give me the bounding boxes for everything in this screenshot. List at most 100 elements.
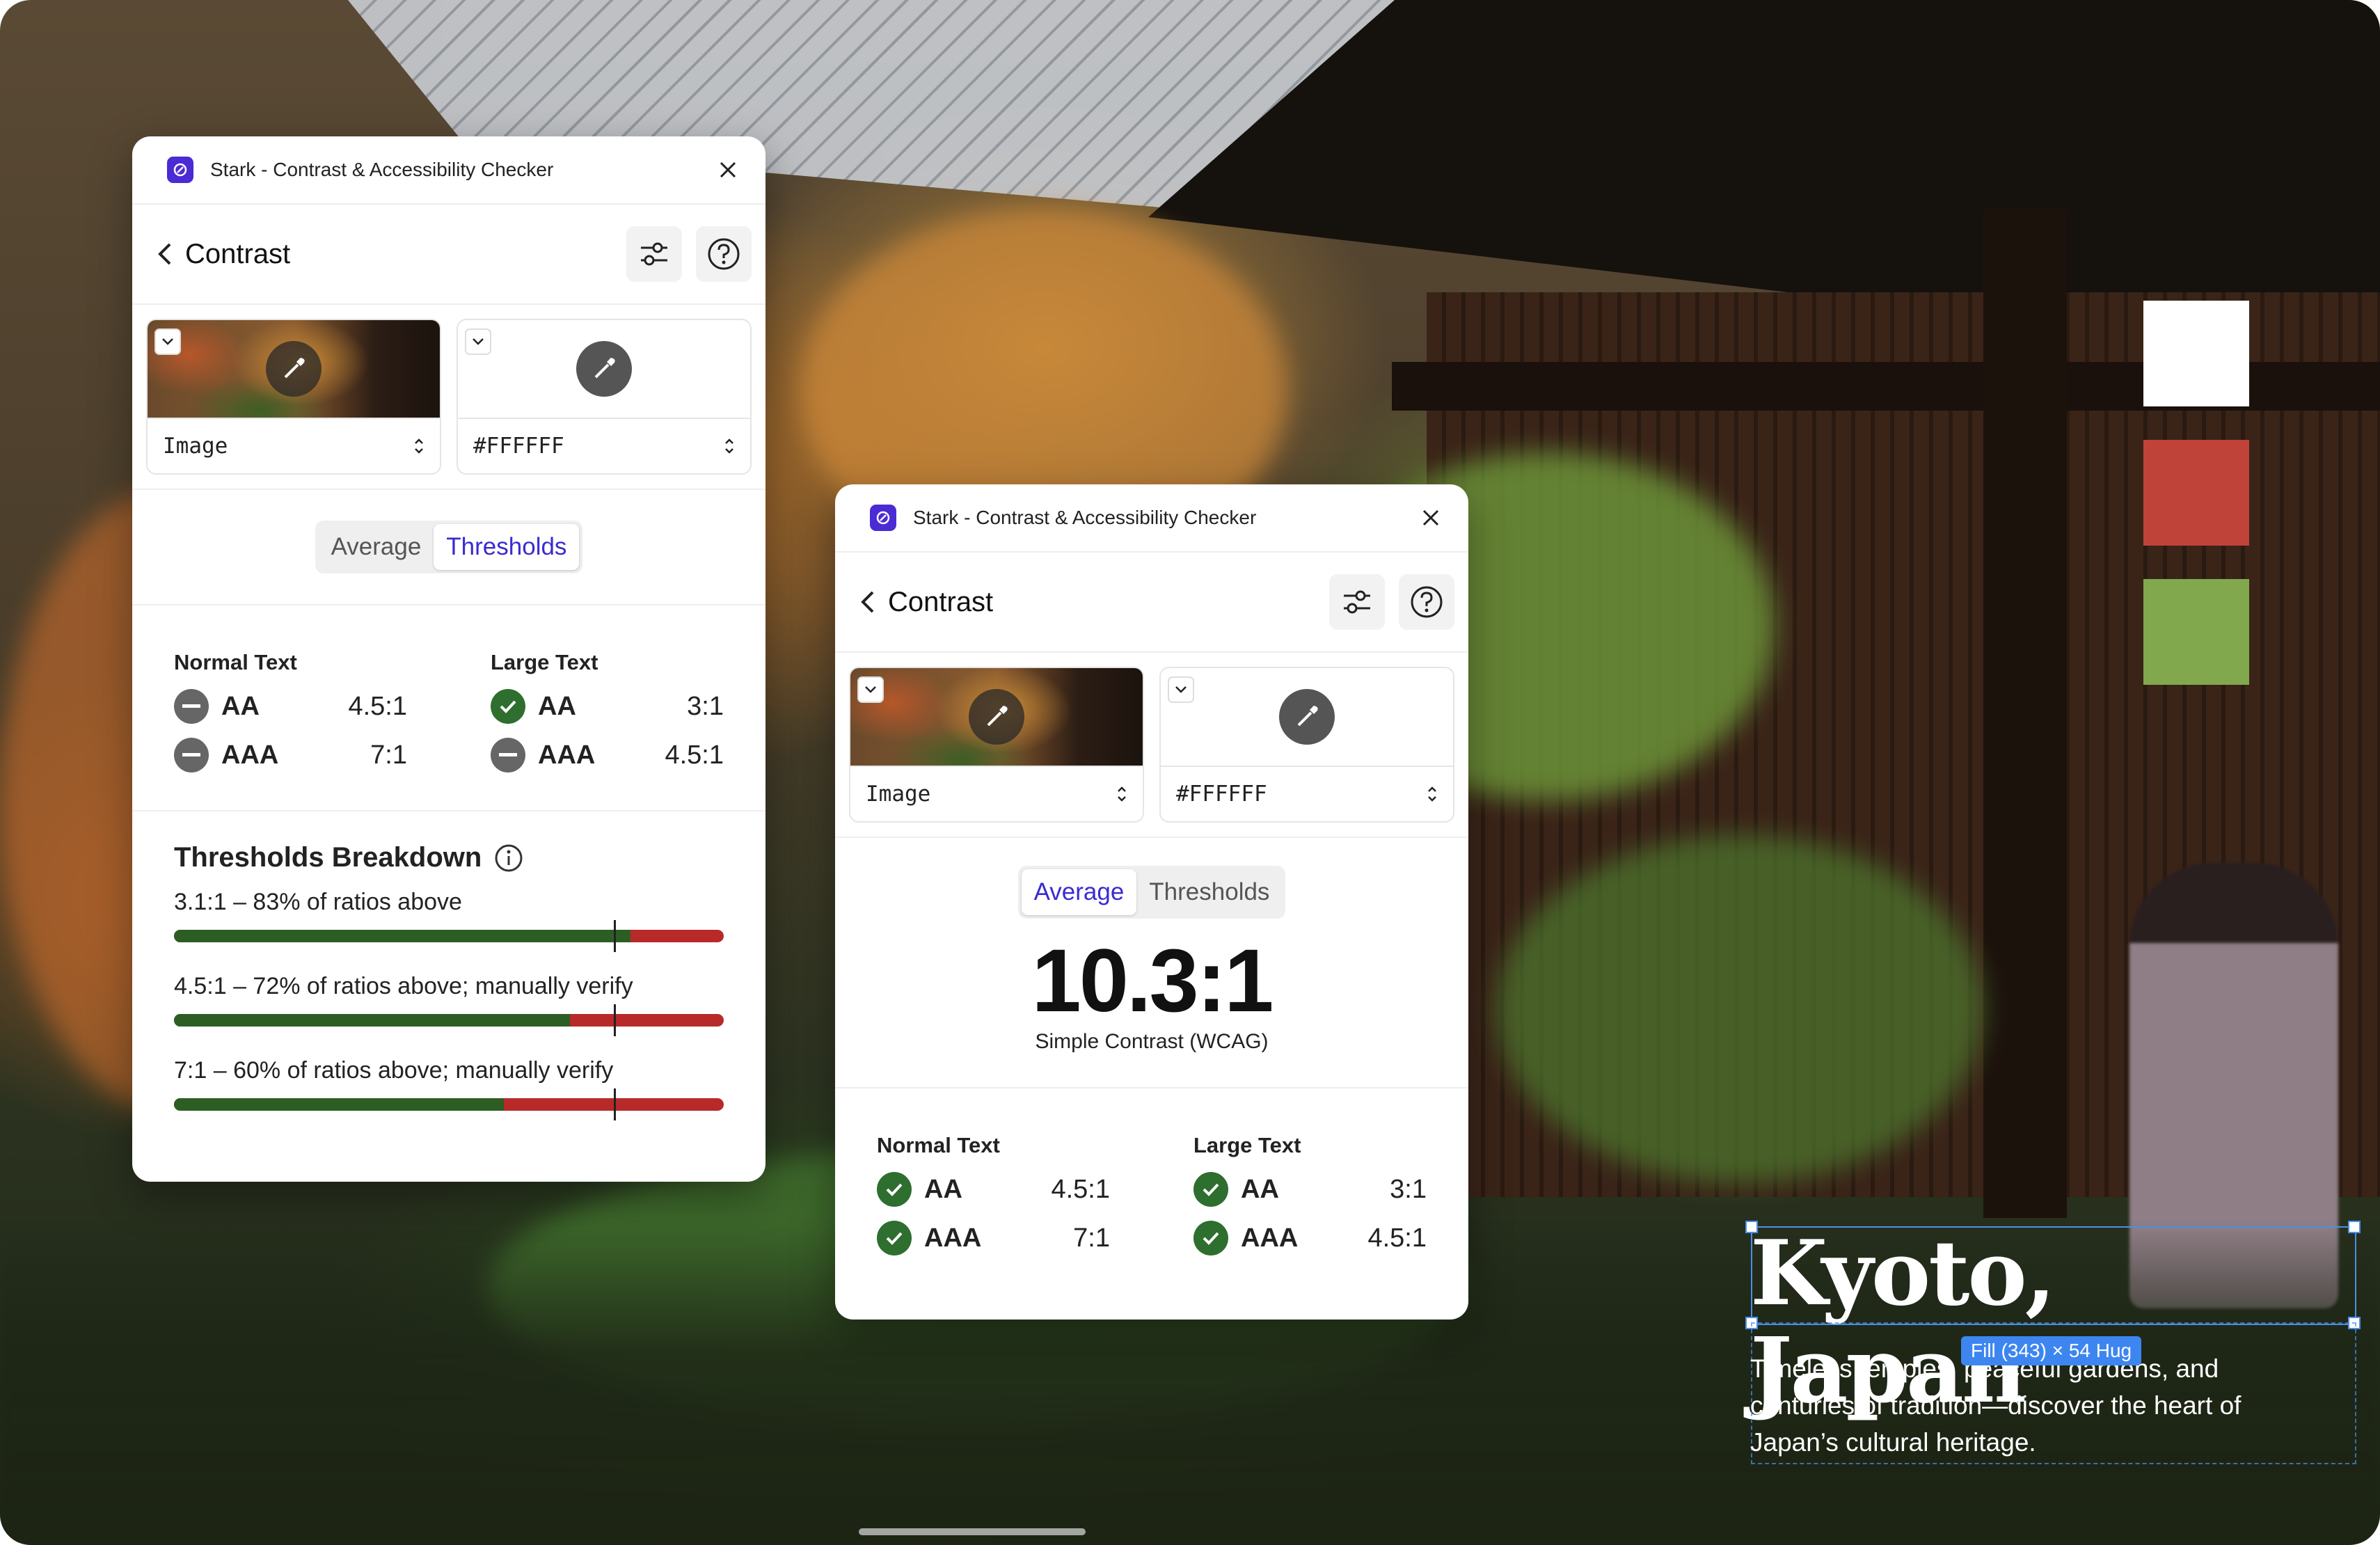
level-ratio: 7:1 <box>370 740 407 770</box>
panel-app-title: Stark - Contrast & Accessibility Checker <box>913 507 1257 528</box>
minus-circle-icon <box>491 738 525 772</box>
bar-pass-fill <box>174 1098 504 1111</box>
panel-navbar: Contrast <box>132 205 765 305</box>
background-select[interactable]: #FFFFFF <box>1161 767 1453 821</box>
background-select[interactable]: #FFFFFF <box>458 419 750 473</box>
stark-logo-icon <box>167 157 193 183</box>
help-button[interactable] <box>1399 574 1454 630</box>
compliance-section: Normal Text AA 4.5:1 AAA 7:1 Large Text … <box>132 605 765 811</box>
normal-text-column: Normal Text AA 4.5:1 AAA 7:1 <box>877 1133 1110 1262</box>
chevron-left-icon <box>158 243 171 265</box>
eyedropper-icon <box>284 358 305 379</box>
stark-panel-thresholds: Stark - Contrast & Accessibility Checker… <box>132 136 765 1182</box>
eyedropper-icon <box>987 706 1008 727</box>
chevron-down-icon[interactable] <box>857 676 884 703</box>
large-text-column: Large Text AA 3:1 AAA 4.5:1 <box>491 650 724 779</box>
normal-text-column: Normal Text AA 4.5:1 AAA 7:1 <box>174 650 407 779</box>
large-text-column: Large Text AA 3:1 AAA 4.5:1 <box>1193 1133 1427 1262</box>
green-foliage <box>1496 835 1983 1183</box>
level-ratio: 4.5:1 <box>348 691 407 721</box>
large-aaa-row: AAA 4.5:1 <box>1193 1214 1427 1262</box>
chevron-down-icon[interactable] <box>1168 676 1194 703</box>
normal-aa-row: AA 4.5:1 <box>877 1165 1110 1214</box>
breakdown-title: Thresholds Breakdown <box>174 842 482 873</box>
level-name: AAA <box>221 740 279 770</box>
nav-title: Contrast <box>185 238 291 269</box>
level-name: AAA <box>1241 1223 1299 1253</box>
poster-title[interactable]: Kyoto, Japan <box>1750 1225 2349 1420</box>
background-picker[interactable]: #FFFFFF <box>457 319 752 475</box>
settings-sliders-button[interactable] <box>1329 574 1385 630</box>
foreground-picker[interactable]: Image <box>146 319 441 475</box>
level-ratio: 3:1 <box>687 691 724 721</box>
compliance-levels: Normal Text AA 4.5:1 AAA 7:1 Large Text … <box>132 650 765 779</box>
level-name: AA <box>1241 1174 1279 1204</box>
normal-text-heading: Normal Text <box>877 1133 1000 1157</box>
poster-description[interactable]: Timeless temples, peaceful gardens, and … <box>1750 1350 2328 1461</box>
breakdown-bar <box>174 920 724 952</box>
chevron-down-icon[interactable] <box>154 328 181 355</box>
palette-swatch-red[interactable] <box>2143 440 2249 546</box>
background-value: #FFFFFF <box>473 434 564 459</box>
color-preview <box>1161 668 1453 767</box>
close-icon[interactable] <box>1417 504 1445 532</box>
eyedropper-icon <box>594 358 615 379</box>
bar-pass-fill <box>174 930 630 942</box>
large-text-heading: Large Text <box>491 650 598 674</box>
tab-thresholds[interactable]: Thresholds <box>1136 869 1282 915</box>
level-ratio: 4.5:1 <box>665 740 724 770</box>
foreground-select[interactable]: Image <box>148 419 440 473</box>
level-name: AAA <box>924 1223 982 1253</box>
settings-sliders-button[interactable] <box>626 226 682 282</box>
large-aa-row: AA 3:1 <box>491 682 724 731</box>
level-ratio: 4.5:1 <box>1367 1223 1427 1253</box>
selection-size-badge: Fill (343) × 54 Hug <box>1961 1336 2142 1365</box>
eyedropper-button[interactable] <box>576 341 632 397</box>
breakdown-label: 3.1:1 – 83% of ratios above <box>174 889 462 915</box>
chevron-down-icon[interactable] <box>465 328 491 355</box>
stark-panel-average: Stark - Contrast & Accessibility Checker… <box>835 484 1468 1320</box>
panel-app-title: Stark - Contrast & Accessibility Checker <box>210 159 554 180</box>
palette-swatch-green[interactable] <box>2143 579 2249 685</box>
large-text-heading: Large Text <box>1193 1133 1301 1157</box>
bar-pass-fill <box>174 1014 570 1027</box>
level-name: AA <box>538 691 576 721</box>
back-button[interactable]: Contrast <box>860 587 1315 618</box>
image-preview <box>148 320 440 419</box>
normal-text-heading: Normal Text <box>174 650 297 674</box>
tab-average[interactable]: Average <box>319 524 434 570</box>
resize-handle[interactable] <box>2348 1221 2361 1233</box>
foreground-value: Image <box>866 782 931 807</box>
updown-chevron-icon <box>725 438 733 454</box>
breakdown-item: 4.5:1 – 72% of ratios above; manually ve… <box>174 973 724 1036</box>
nav-title: Contrast <box>888 586 994 617</box>
tab-thresholds[interactable]: Thresholds <box>434 524 580 570</box>
check-circle-icon <box>877 1221 912 1255</box>
palette-swatch-white[interactable] <box>2143 301 2249 406</box>
close-icon[interactable] <box>714 156 742 184</box>
breakdown-item: 3.1:1 – 83% of ratios above <box>174 889 724 952</box>
level-name: AAA <box>538 740 596 770</box>
breakdown-bar <box>174 1004 724 1036</box>
help-button[interactable] <box>696 226 752 282</box>
info-icon[interactable] <box>494 843 523 873</box>
average-section: Average Thresholds 10.3:1 Simple Contras… <box>835 838 1468 1088</box>
compliance-levels: Normal Text AA 4.5:1 AAA 7:1 Large Text … <box>835 1133 1468 1262</box>
background-value: #FFFFFF <box>1176 782 1267 807</box>
background-picker[interactable]: #FFFFFF <box>1159 667 1454 823</box>
panel-titlebar: Stark - Contrast & Accessibility Checker <box>835 484 1468 553</box>
eyedropper-button[interactable] <box>969 689 1024 745</box>
color-preview <box>458 320 750 419</box>
large-aa-row: AA 3:1 <box>1193 1165 1427 1214</box>
minus-circle-icon <box>174 689 209 724</box>
compliance-section: Normal Text AA 4.5:1 AAA 7:1 Large Text … <box>835 1088 1468 1262</box>
foreground-select[interactable]: Image <box>850 767 1143 821</box>
updown-chevron-icon <box>415 438 423 454</box>
panel-titlebar: Stark - Contrast & Accessibility Checker <box>132 136 765 205</box>
eyedropper-button[interactable] <box>1279 689 1335 745</box>
eyedropper-button[interactable] <box>266 341 322 397</box>
foreground-picker[interactable]: Image <box>849 667 1144 823</box>
check-circle-icon <box>877 1172 912 1207</box>
tab-average[interactable]: Average <box>1021 869 1137 915</box>
back-button[interactable]: Contrast <box>157 239 612 270</box>
